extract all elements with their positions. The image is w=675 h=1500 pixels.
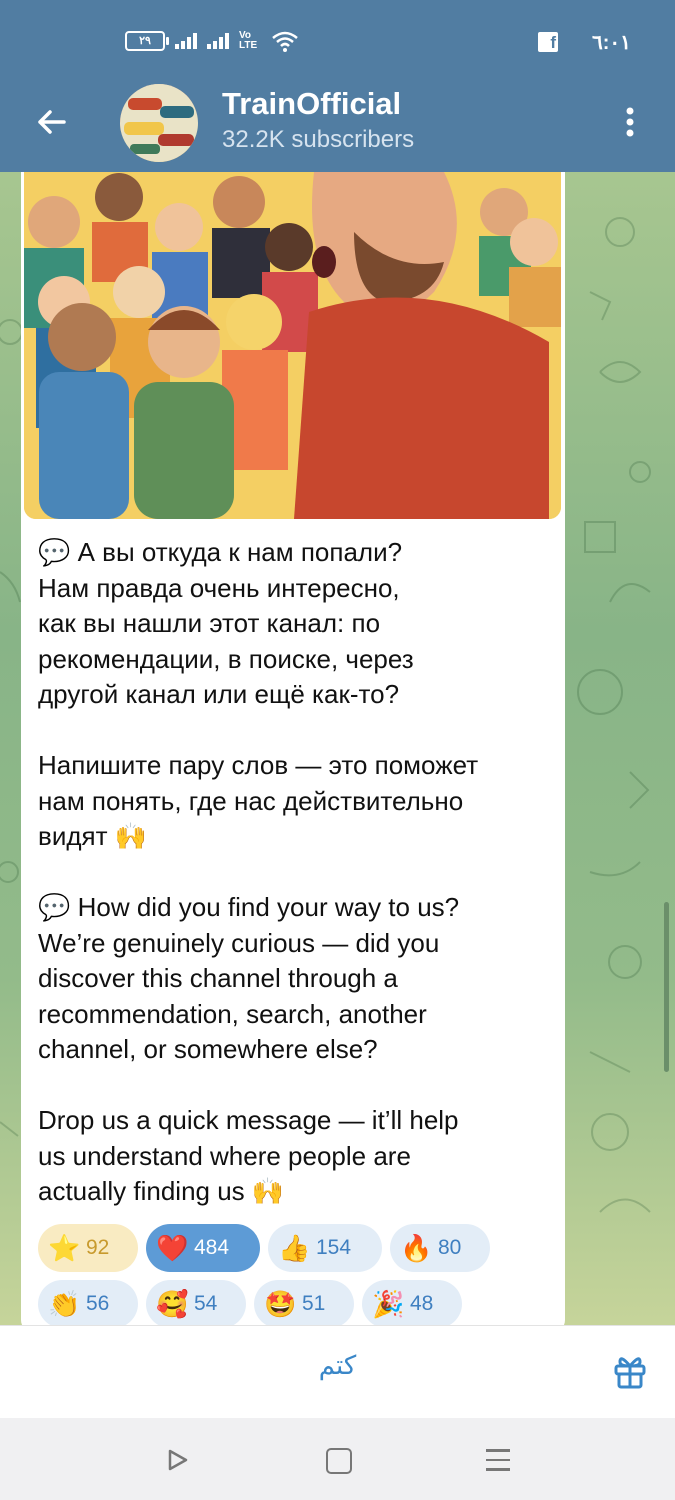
more-menu-icon[interactable] xyxy=(615,102,645,142)
fire-icon: 🔥 xyxy=(400,1232,433,1263)
star-struck-icon: 🤩 xyxy=(264,1288,297,1319)
message-paragraph-en-request: Drop us a quick message — it’ll help us … xyxy=(38,1105,459,1206)
message-paragraph-ru-request: Напишите пару слов — это поможет нам пон… xyxy=(38,750,479,851)
heart-reaction[interactable]: ❤️ 484 xyxy=(146,1224,260,1272)
star-struck-reaction[interactable]: 🤩 51 xyxy=(254,1280,354,1328)
clock: ٦:٠١ xyxy=(592,32,631,54)
mute-button[interactable]: كتم xyxy=(0,1350,675,1381)
signal-icon xyxy=(175,33,197,49)
heart-icon: ❤️ xyxy=(156,1232,189,1263)
reaction-count: 54 xyxy=(194,1292,218,1315)
message-paragraph-ru-question: 💬 А вы откуда к нам попали? Нам правда о… xyxy=(38,537,414,709)
status-icons: ٢٩ Vo LTE xyxy=(125,30,299,52)
reaction-count: 484 xyxy=(194,1236,230,1259)
post-image[interactable] xyxy=(24,172,561,519)
channel-title[interactable]: TrainOfficial xyxy=(222,86,401,122)
wifi-icon xyxy=(272,31,298,52)
fire-reaction[interactable]: 🔥 80 xyxy=(390,1224,490,1272)
star-reaction[interactable]: ⭐ 92 xyxy=(38,1224,138,1272)
channel-avatar[interactable] xyxy=(120,84,198,162)
signal-icon-2 xyxy=(207,33,229,49)
clap-reaction[interactable]: 👏 56 xyxy=(38,1280,138,1328)
back-arrow-icon[interactable] xyxy=(34,104,70,140)
reaction-count: 92 xyxy=(86,1236,110,1259)
reaction-count: 154 xyxy=(316,1236,352,1259)
facebook-notification-icon: f xyxy=(538,32,558,52)
reaction-count: 56 xyxy=(86,1292,110,1315)
reaction-count: 51 xyxy=(302,1292,326,1315)
volte-label: Vo LTE xyxy=(239,30,258,51)
message-text: 💬 А вы откуда к нам попали? Нам правда о… xyxy=(38,535,553,1245)
thumbs-up-icon: 👍 xyxy=(278,1232,311,1263)
nav-home-icon[interactable] xyxy=(326,1448,352,1474)
bottom-action-bar: كتم xyxy=(0,1325,675,1418)
nav-recent-apps-icon[interactable] xyxy=(486,1449,510,1478)
party-popper-reaction[interactable]: 🎉 48 xyxy=(362,1280,462,1328)
party-popper-icon: 🎉 xyxy=(372,1288,405,1319)
thumbs-up-reaction[interactable]: 👍 154 xyxy=(268,1224,382,1272)
reaction-count: 48 xyxy=(410,1292,434,1315)
message-paragraph-en-question: 💬 How did you find your way to us? We’re… xyxy=(38,892,460,1064)
status-bar: ٢٩ Vo LTE f ٦:٠١ xyxy=(0,0,675,84)
gift-icon[interactable] xyxy=(612,1354,648,1390)
system-navigation-bar xyxy=(0,1418,675,1500)
chat-header: TrainOfficial 32.2K subscribers xyxy=(0,84,675,172)
clap-icon: 👏 xyxy=(48,1288,81,1319)
battery-icon: ٢٩ xyxy=(125,31,169,51)
scrollbar[interactable] xyxy=(664,902,669,1072)
star-icon: ⭐ xyxy=(48,1232,81,1263)
nav-back-icon[interactable] xyxy=(166,1448,190,1472)
smiling-hearts-reaction[interactable]: 🥰 54 xyxy=(146,1280,246,1328)
smiling-hearts-icon: 🥰 xyxy=(156,1288,189,1319)
subscriber-count: 32.2K subscribers xyxy=(222,126,415,153)
reaction-count: 80 xyxy=(438,1236,462,1259)
